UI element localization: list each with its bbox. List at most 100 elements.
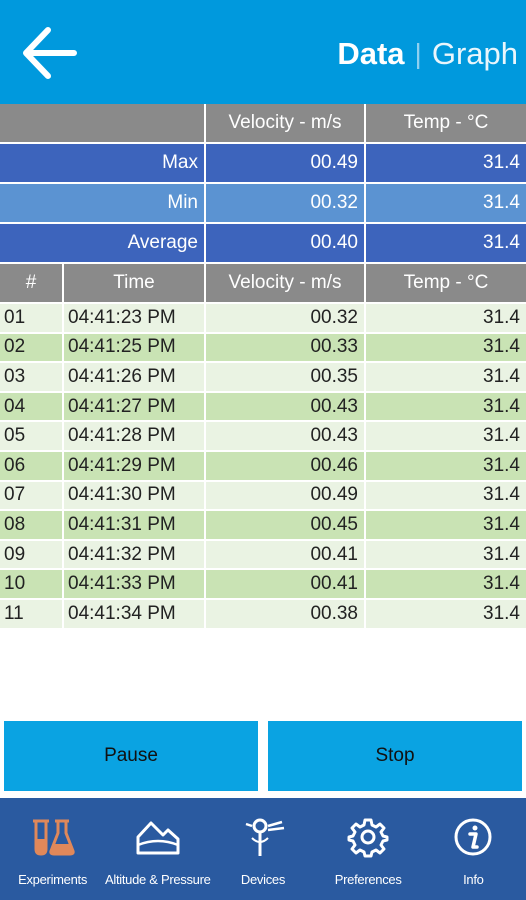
cell-velocity: 00.45 <box>206 511 366 541</box>
cell-number: 11 <box>0 599 64 630</box>
cell-time: 04:41:28 PM <box>64 422 206 452</box>
cell-temp: 31.4 <box>366 422 526 452</box>
summary-temp: 31.4 <box>366 224 526 264</box>
cell-time: 04:41:33 PM <box>64 570 206 600</box>
back-button[interactable] <box>18 24 80 82</box>
column-header-velocity: Velocity - m/s <box>206 264 366 304</box>
info-icon <box>454 818 492 856</box>
flask-icon <box>32 819 75 856</box>
cell-time: 04:41:31 PM <box>64 511 206 541</box>
cell-temp: 31.4 <box>366 511 526 541</box>
back-arrow-icon <box>23 27 77 79</box>
table-row: 05 04:41:28 PM 00.43 31.4 <box>0 422 526 452</box>
cell-time: 04:41:27 PM <box>64 392 206 423</box>
column-header-time: Time <box>64 264 206 304</box>
cell-time: 04:41:26 PM <box>64 363 206 393</box>
cell-velocity: 00.33 <box>206 333 366 364</box>
cell-velocity: 00.43 <box>206 392 366 423</box>
nav-item-info[interactable]: Info <box>421 798 526 887</box>
table-row: 04 04:41:27 PM 00.43 31.4 <box>0 392 526 423</box>
column-header-temp: Temp - °C <box>366 264 526 304</box>
summary-temp: 31.4 <box>366 184 526 224</box>
cell-temp: 31.4 <box>366 363 526 393</box>
cell-number: 09 <box>0 540 64 571</box>
cell-number: 05 <box>0 422 64 452</box>
summary-header-temp: Temp - °C <box>366 104 526 144</box>
nav-item-altitude-pressure[interactable]: Altitude & Pressure <box>105 798 211 887</box>
cell-number: 10 <box>0 570 64 600</box>
table-row: 01 04:41:23 PM 00.32 31.4 <box>0 304 526 334</box>
pause-button[interactable]: Pause <box>4 721 258 791</box>
cell-time: 04:41:23 PM <box>64 304 206 334</box>
cell-time: 04:41:34 PM <box>64 599 206 630</box>
summary-label: Average <box>0 224 206 264</box>
stop-button[interactable]: Stop <box>268 721 522 791</box>
table-row: 02 04:41:25 PM 00.33 31.4 <box>0 333 526 364</box>
nav-label: Altitude & Pressure <box>105 872 211 887</box>
tab-graph[interactable]: Graph <box>432 36 518 72</box>
cell-velocity: 00.49 <box>206 481 366 512</box>
cell-number: 03 <box>0 363 64 393</box>
cell-time: 04:41:30 PM <box>64 481 206 512</box>
cell-number: 02 <box>0 333 64 364</box>
cell-velocity: 00.46 <box>206 451 366 482</box>
summary-temp: 31.4 <box>366 144 526 184</box>
tab-separator: | <box>414 38 422 69</box>
cell-temp: 31.4 <box>366 333 526 364</box>
cell-temp: 31.4 <box>366 451 526 482</box>
table-row: 07 04:41:30 PM 00.49 31.4 <box>0 481 526 512</box>
data-header-row: # Time Velocity - m/s Temp - °C <box>0 264 526 304</box>
cell-temp: 31.4 <box>366 540 526 571</box>
cell-number: 04 <box>0 392 64 423</box>
summary-velocity: 00.49 <box>206 144 366 184</box>
column-header-number: # <box>0 264 64 304</box>
cell-temp: 31.4 <box>366 304 526 334</box>
nav-item-experiments[interactable]: Experiments <box>0 798 105 887</box>
cell-number: 08 <box>0 511 64 541</box>
cell-time: 04:41:32 PM <box>64 540 206 571</box>
summary-velocity: 00.32 <box>206 184 366 224</box>
table-row: 08 04:41:31 PM 00.45 31.4 <box>0 511 526 541</box>
nav-label: Preferences <box>334 872 402 887</box>
cell-time: 04:41:25 PM <box>64 333 206 364</box>
cell-number: 07 <box>0 481 64 512</box>
nav-label: Devices <box>240 872 286 887</box>
cell-temp: 31.4 <box>366 599 526 630</box>
view-tabs: Data | Graph <box>337 34 518 74</box>
nav-label: Experiments <box>18 872 88 887</box>
cell-velocity: 00.43 <box>206 422 366 452</box>
summary-label: Max <box>0 144 206 184</box>
cell-velocity: 00.38 <box>206 599 366 630</box>
table-row: 03 04:41:26 PM 00.35 31.4 <box>0 363 526 393</box>
summary-row-min: Min 00.32 31.4 <box>0 184 526 224</box>
summary-header-velocity: Velocity - m/s <box>206 104 366 144</box>
tab-data[interactable]: Data <box>337 36 404 72</box>
cell-number: 01 <box>0 304 64 334</box>
cell-temp: 31.4 <box>366 392 526 423</box>
cell-velocity: 00.32 <box>206 304 366 334</box>
cell-velocity: 00.41 <box>206 570 366 600</box>
sensor-device-icon <box>245 818 285 856</box>
table-row: 06 04:41:29 PM 00.46 31.4 <box>0 451 526 482</box>
table-row: 10 04:41:33 PM 00.41 31.4 <box>0 570 526 600</box>
cell-velocity: 00.41 <box>206 540 366 571</box>
table-row: 09 04:41:32 PM 00.41 31.4 <box>0 540 526 571</box>
nav-item-preferences[interactable]: Preferences <box>316 798 421 887</box>
data-table: Velocity - m/s Temp - °C Max 00.49 31.4 … <box>0 104 526 630</box>
cell-velocity: 00.35 <box>206 363 366 393</box>
summary-row-max: Max 00.49 31.4 <box>0 144 526 184</box>
summary-label: Min <box>0 184 206 224</box>
summary-velocity: 00.40 <box>206 224 366 264</box>
cell-time: 04:41:29 PM <box>64 451 206 482</box>
bottom-nav: Experiments Altitude & Pressure Devices <box>0 798 526 900</box>
summary-header-row: Velocity - m/s Temp - °C <box>0 104 526 144</box>
summary-row-average: Average 00.40 31.4 <box>0 224 526 264</box>
gear-icon <box>347 818 389 858</box>
cell-number: 06 <box>0 451 64 482</box>
nav-item-devices[interactable]: Devices <box>210 798 315 887</box>
summary-header-blank <box>0 104 206 144</box>
app-header: Data | Graph <box>0 0 526 104</box>
mountain-icon <box>136 821 180 855</box>
cell-temp: 31.4 <box>366 481 526 512</box>
nav-label: Info <box>463 872 484 887</box>
